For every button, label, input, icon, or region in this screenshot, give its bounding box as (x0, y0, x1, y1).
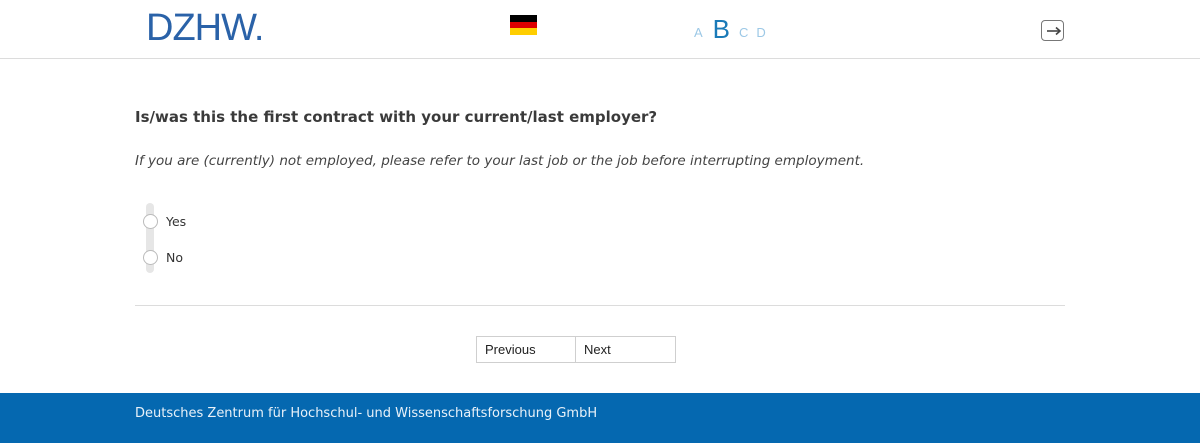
flag-stripe-black (510, 15, 537, 22)
footer-text: Deutsches Zentrum für Hochschul- und Wis… (135, 406, 598, 421)
footer: Deutsches Zentrum für Hochschul- und Wis… (0, 393, 1200, 443)
answer-options: Yes No (143, 203, 186, 275)
option-label-yes: Yes (166, 213, 187, 229)
exit-icon (1047, 26, 1062, 36)
dzhw-logo[interactable]: DZHW. (146, 7, 265, 49)
option-yes[interactable]: Yes (143, 203, 186, 239)
option-label-no: No (166, 249, 183, 265)
font-size-c[interactable]: C (739, 26, 748, 39)
font-size-selector: A B C D (694, 12, 766, 42)
next-button[interactable]: Next (576, 336, 676, 363)
germany-flag-icon[interactable] (510, 15, 537, 36)
option-no[interactable]: No (143, 239, 186, 275)
question-instruction: If you are (currently) not employed, ple… (135, 153, 865, 169)
flag-stripe-red (510, 21, 537, 29)
radio-no[interactable] (143, 249, 158, 265)
navigation-buttons: Previous Next (476, 336, 676, 363)
header: DZHW. A B C D (0, 0, 1200, 59)
divider (135, 305, 1065, 306)
logo-dot: . (253, 7, 265, 49)
font-size-b[interactable]: B (713, 16, 730, 42)
flag-stripe-gold (510, 28, 537, 36)
question-title: Is/was this the first contract with your… (135, 108, 658, 126)
font-size-a[interactable]: A (694, 26, 703, 39)
logo-text: DZHW (146, 7, 255, 49)
font-size-d[interactable]: D (756, 26, 765, 39)
previous-button[interactable]: Previous (476, 336, 576, 363)
exit-button[interactable] (1041, 20, 1064, 41)
radio-yes[interactable] (143, 213, 158, 229)
